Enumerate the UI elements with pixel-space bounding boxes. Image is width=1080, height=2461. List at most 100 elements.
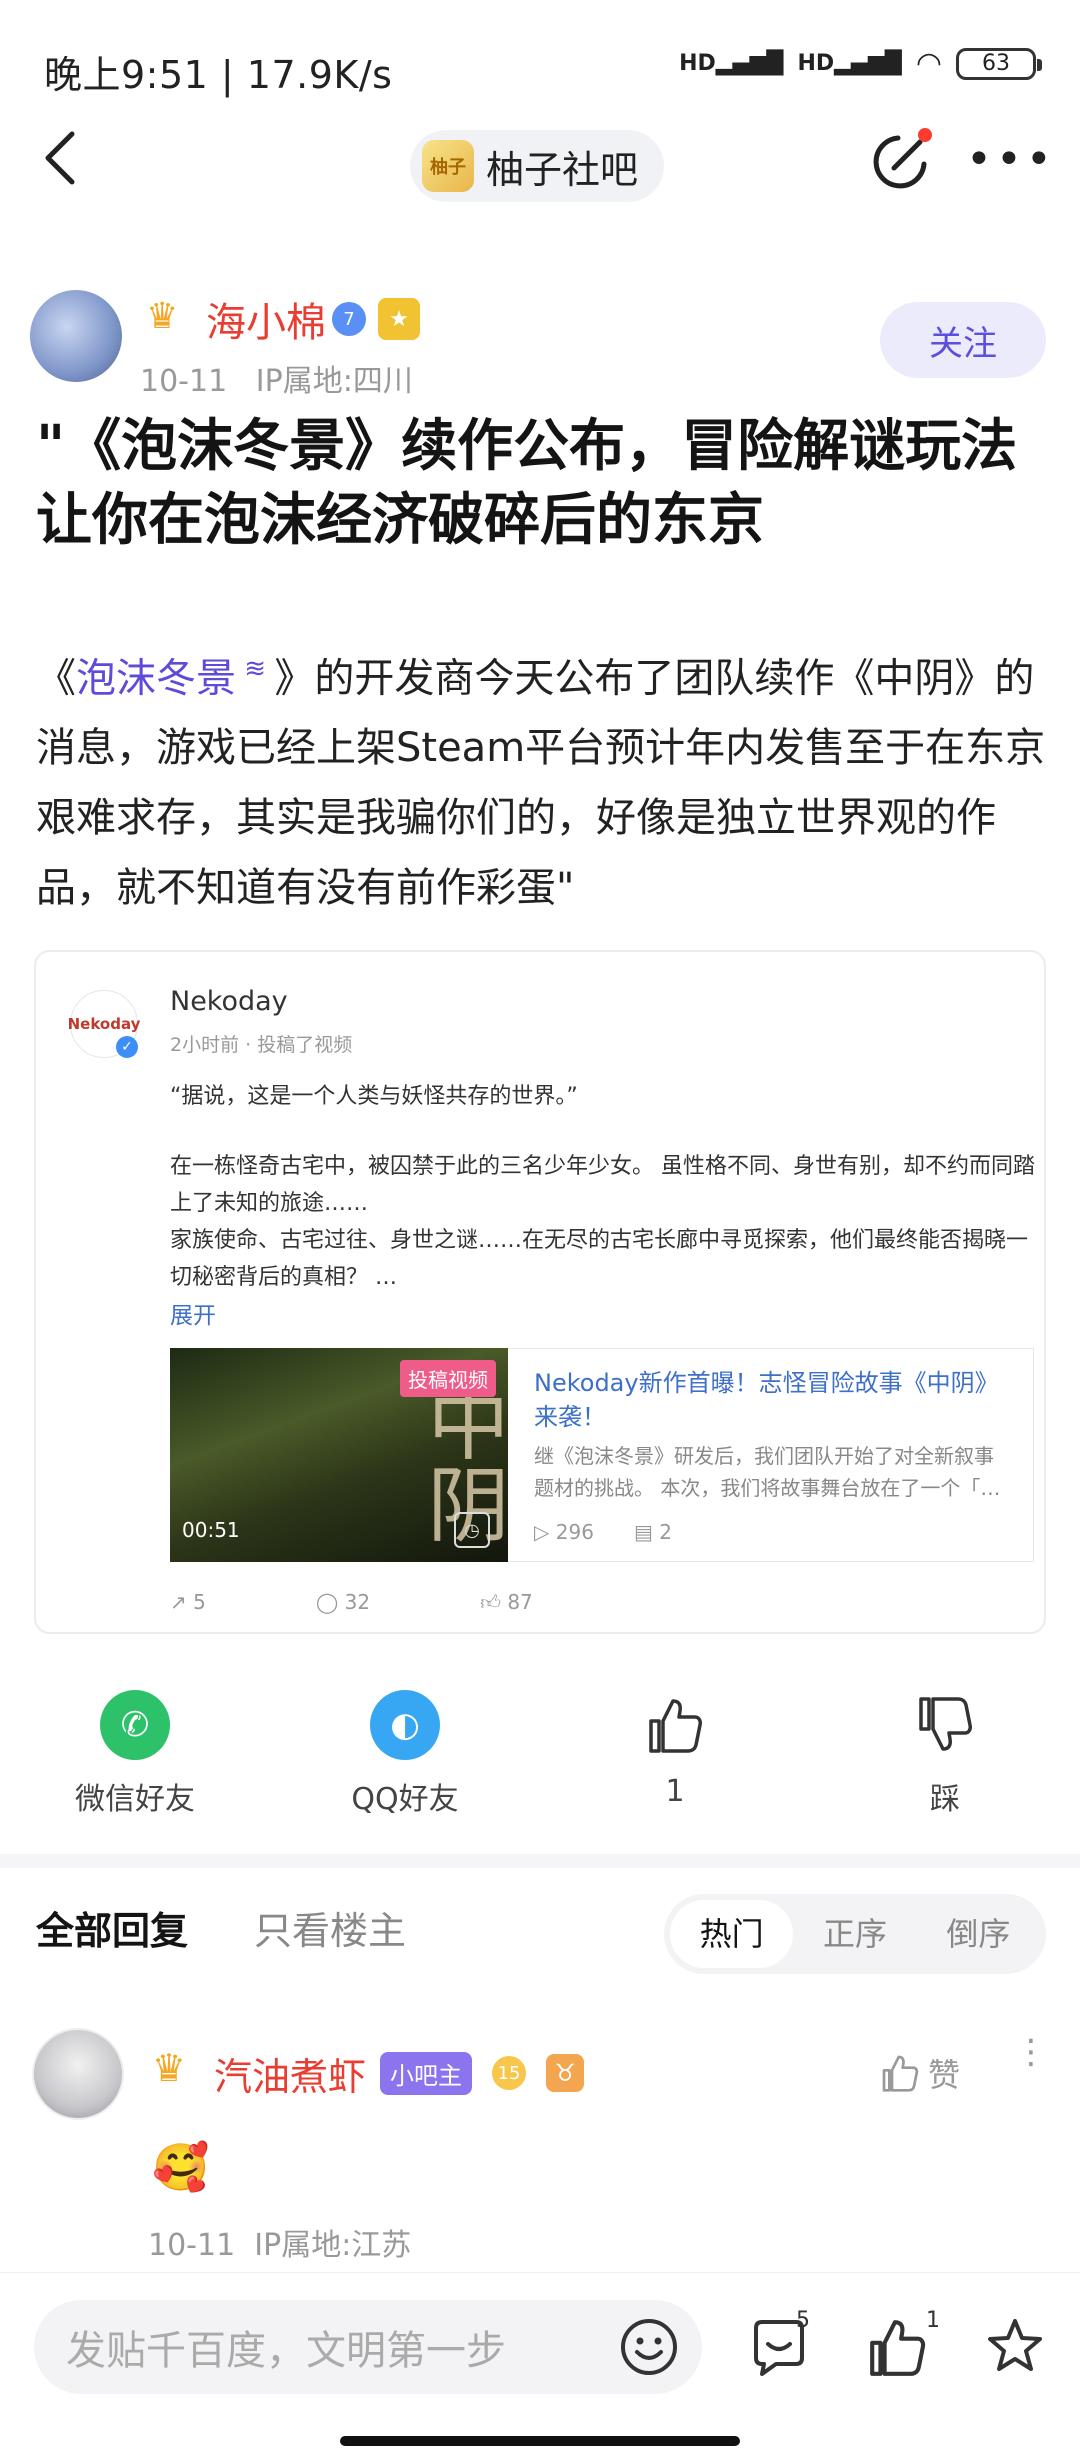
smiley-icon [621,2319,677,2375]
favorite-button[interactable] [984,2316,1050,2382]
video-desc: 继《泡沫冬景》研发后，我们团队开始了对全新叙事题材的挑战。 本次，我们将故事舞台… [534,1444,1001,1500]
forum-name: 柚子社吧 [486,147,639,192]
battery-icon: 63 [956,47,1042,80]
post-body: 《泡沫冬景 ≋ 》的开发商今天公布了团队续作《中阴》的消息，游戏已经上架Stea… [36,634,1046,923]
home-indicator[interactable] [340,2436,740,2446]
body-prefix: 《 [36,655,76,702]
embed-share-value: 5 [193,1590,206,1614]
qq-icon: ◐ [370,1690,440,1760]
embed-like-count[interactable]: 👍︎ 87 [480,1590,533,1615]
crown-icon: ♛ [146,296,179,337]
share-icon: ↗ [170,1590,194,1614]
video-duration: 00:51 [182,1518,240,1542]
post-like-count: 1 [665,1774,685,1809]
play-icon: ▷ [534,1520,556,1544]
comment-meta: 10-11 IP属地:江苏 [148,2220,411,2264]
comment-like-label: 赞 [928,2056,961,2094]
crown-icon: ♛ [152,2046,187,2090]
author-meta: 10-11 IP属地:四川 [140,356,413,400]
share-qq-button[interactable]: ◐ QQ好友 [330,1690,480,1818]
post-title: "《泡沫冬景》续作公布，冒险解谜玩法让你在泡沫经济破碎后的东京 [36,414,1018,553]
battery-level: 63 [982,51,1010,76]
video-stats: ▷ 296 ▤ 2 [534,1520,672,1544]
star-icon [988,2319,1042,2371]
comment-date: 10-11 [148,2228,236,2263]
play-count-value: 296 [555,1520,594,1544]
sort-desc[interactable]: 倒序 [917,1900,1040,1968]
wechat-icon: ✆ [100,1690,170,1760]
comment-count-badge: 5 [796,2308,810,2333]
thumb-up-icon [870,2320,926,2376]
signal-icon: HD▂▄▆█ [679,51,784,76]
video-tag: 投稿视频 [400,1360,496,1397]
follow-button[interactable]: 关注 [880,302,1046,378]
commenter-avatar[interactable] [32,2028,124,2120]
comment-like-button[interactable]: 赞 [880,2050,960,2096]
post-dislike-label: 踩 [930,1782,960,1817]
embed-comment-count[interactable]: ◯ 32 [316,1590,370,1615]
embed-quote: “据说，这是一个人类与妖怪共存的世界。” [170,1084,578,1109]
chevron-left-icon [45,131,75,185]
like-count-badge: 1 [926,2308,940,2333]
status-time: 晚上9:51 | 17.9K/s [44,53,393,97]
commenter-name[interactable]: 汽油煮虾 [214,2046,366,2101]
commenter-level-badge: 15 [492,2056,526,2090]
author-ip: IP属地:四川 [255,364,413,399]
play-count: ▷ 296 [534,1520,594,1544]
back-button[interactable] [40,128,100,204]
author-avatar[interactable] [30,290,122,382]
status-icons: HD▂▄▆█ HD▂▄▆█ ◠ 63 [679,46,1042,81]
medal-icon: ★ [378,298,420,340]
embed-share-count[interactable]: ↗ 5 [170,1590,206,1615]
share-wechat-button[interactable]: ✆ 微信好友 [60,1690,210,1818]
share-qq-label: QQ好友 [351,1782,459,1817]
comment-ip: IP属地:江苏 [254,2228,412,2263]
forum-logo: 柚子 [422,140,474,192]
level-badge: 7 [332,302,366,336]
tab-only-op[interactable]: 只看楼主 [254,1900,406,1955]
sort-asc[interactable]: 正序 [793,1900,916,1968]
wifi-icon: ◠ [915,46,942,81]
embed-name[interactable]: Nekoday [170,986,288,1017]
reply-input[interactable]: 发贴千百度，文明第一步 [34,2300,702,2394]
tab-all-replies[interactable]: 全部回复 [36,1900,188,1955]
bottom-like-button[interactable] [866,2316,932,2382]
reply-input-placeholder: 发贴千百度，文明第一步 [66,2328,506,2374]
verified-icon: ✓ [116,1036,138,1058]
forum-pill[interactable]: 柚子 柚子社吧 [410,130,665,202]
video-comment-count: ▤ 2 [634,1520,672,1544]
thumb-up-icon: 👍︎ [480,1590,508,1614]
comment-emoji: 🥰 [152,2140,210,2194]
post-dislike-button[interactable]: 踩 [870,1690,1020,1818]
share-wechat-label: 微信好友 [75,1782,195,1817]
embed-comment-value: 32 [344,1590,371,1614]
thumb-down-icon [910,1690,980,1760]
expand-link[interactable]: 展开 [170,1296,216,1330]
comment-icon: ◯ [315,1590,345,1614]
embed-like-value: 87 [507,1590,533,1614]
emoji-button[interactable] [618,2316,680,2378]
video-title[interactable]: Nekoday新作首曝！志怪冒险故事《中阴》来袭！ [534,1366,1004,1434]
zodiac-icon: ♉ [546,2054,584,2092]
embed-body: 在一栋怪奇古宅中，被囚禁于此的三名少年少女。 虽性格不同、身世有别，却不约而同踏… [170,1154,1035,1290]
thumb-up-icon [640,1690,710,1760]
more-icon[interactable]: ••• [966,138,1056,182]
sort-hot[interactable]: 热门 [670,1900,794,1968]
watch-later-icon[interactable]: ◷ [454,1512,490,1548]
notification-dot [918,128,932,142]
embed-meta: 2小时前 · 投稿了视频 [170,1034,353,1056]
author-name[interactable]: 海小棉 [206,290,326,348]
sort-toggle: 热门 正序 倒序 [664,1894,1046,1974]
post-like-button[interactable]: 1 [600,1690,750,1809]
moderator-badge: 小吧主 [380,2052,472,2095]
signal-2-icon: HD▂▄▆█ [797,51,902,76]
author-date: 10-11 [140,364,228,399]
danmaku-icon: ▤ [633,1520,660,1544]
thumb-up-icon [882,2055,919,2092]
comment-more-icon[interactable]: ⋮ [1014,2035,1048,2069]
link-stack-icon: ≋ [236,654,275,684]
section-divider [0,1854,1080,1868]
embed-stats: ↗ 5 ◯ 32 👍︎ 87 [170,1590,533,1615]
video-comment-value: 2 [659,1520,672,1544]
body-link[interactable]: 泡沫冬景 [76,655,236,701]
